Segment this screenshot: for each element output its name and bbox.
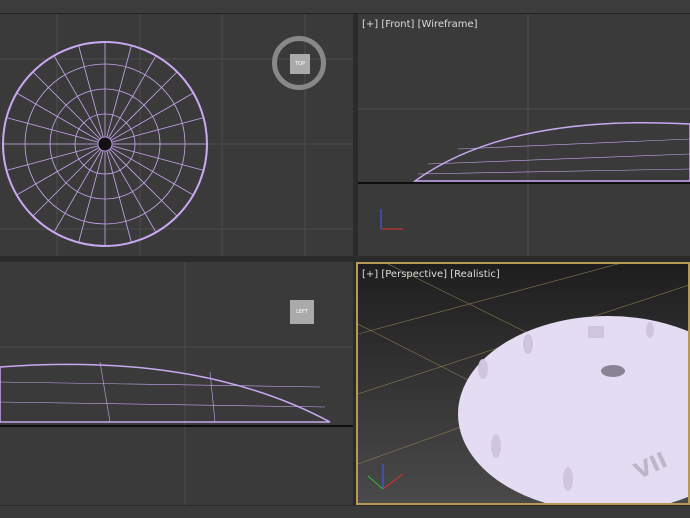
viewport-top[interactable]: TOP (0, 14, 353, 256)
wire-spoke (104, 92, 194, 145)
viewport-perspective[interactable]: VII [+] [Perspective] [Realistic] (356, 262, 690, 505)
wireframe-dome-top (2, 41, 208, 247)
wire-spoke (104, 143, 194, 196)
wire-spoke (53, 143, 106, 233)
grid (358, 14, 690, 256)
viewport-label[interactable]: [+] [Front] [Wireframe] (362, 19, 478, 30)
wire-spoke (104, 117, 204, 145)
wire-spoke (104, 45, 132, 145)
wire-spoke (104, 143, 132, 243)
toolbar (0, 0, 690, 14)
wire-spoke (32, 71, 106, 145)
viewport-front[interactable]: [+] [Front] [Wireframe] (358, 14, 690, 256)
center-hole (601, 365, 625, 377)
wire-spoke (16, 92, 106, 145)
wireframe-dome-left (0, 363, 331, 423)
axis-gizmo (380, 209, 403, 230)
wireframe-dome-front (412, 121, 690, 182)
wire-spoke (32, 143, 106, 217)
wire-spoke (6, 117, 106, 145)
viewcube-left[interactable]: LEFT (290, 300, 314, 324)
grid: VII (358, 264, 688, 503)
axis-gizmo (367, 464, 404, 490)
wire-spoke (16, 143, 106, 196)
viewcube-top[interactable]: TOP (272, 36, 326, 90)
wire-spoke (104, 143, 204, 171)
wire-spoke (6, 143, 106, 171)
grid (0, 262, 353, 505)
wire-spoke (78, 45, 106, 145)
viewcube-face[interactable]: TOP (290, 54, 310, 74)
status-bar (0, 506, 690, 518)
wire-spoke (53, 55, 106, 145)
wire-spoke (104, 143, 178, 217)
wire-spoke (104, 55, 157, 145)
viewport-left[interactable]: LEFT (0, 262, 353, 505)
wire-spoke (78, 143, 106, 243)
wire-spoke (104, 143, 157, 233)
viewport-label[interactable]: [+] [Perspective] [Realistic] (362, 269, 500, 280)
wire-spoke (104, 71, 178, 145)
